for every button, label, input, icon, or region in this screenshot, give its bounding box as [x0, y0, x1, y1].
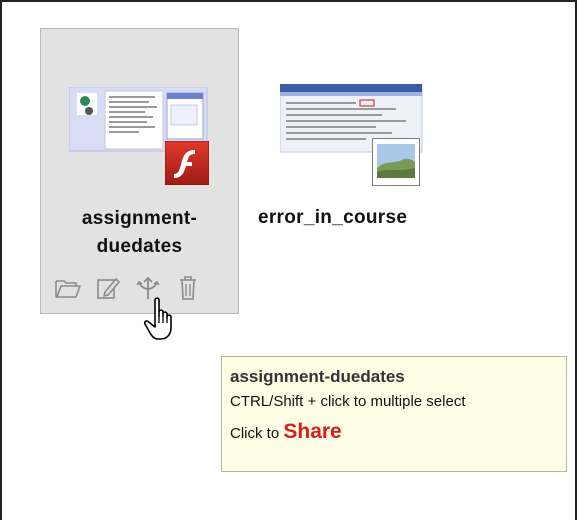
file-actions [55, 271, 225, 305]
file-tile-error-in-course[interactable]: error_in_course [248, 28, 447, 314]
hand-pointer-cursor [143, 297, 172, 340]
tooltip-share-line: Click to Share [230, 420, 558, 444]
file-name-line2: duedates [96, 236, 183, 257]
folder-open-icon [55, 280, 81, 298]
file-name: error_in_course [258, 207, 408, 228]
tooltip-share-prefix: Click to [230, 425, 280, 442]
image-icon [372, 138, 420, 186]
tooltip-multi-select-hint: CTRL/Shift + click to multiple select [230, 393, 466, 410]
open-button[interactable] [55, 274, 81, 302]
file-tile-assignment-duedates[interactable]: assignment- duedates [40, 28, 239, 314]
tooltip-title: assignment-duedates [230, 367, 405, 386]
tooltip-share-action: Share [283, 420, 342, 443]
edit-icon [97, 278, 120, 299]
edit-button[interactable] [95, 274, 121, 302]
file-tooltip: assignment-duedates CTRL/Shift + click t… [221, 356, 567, 472]
file-name-line1: assignment- [81, 208, 198, 229]
flash-icon [165, 141, 209, 185]
